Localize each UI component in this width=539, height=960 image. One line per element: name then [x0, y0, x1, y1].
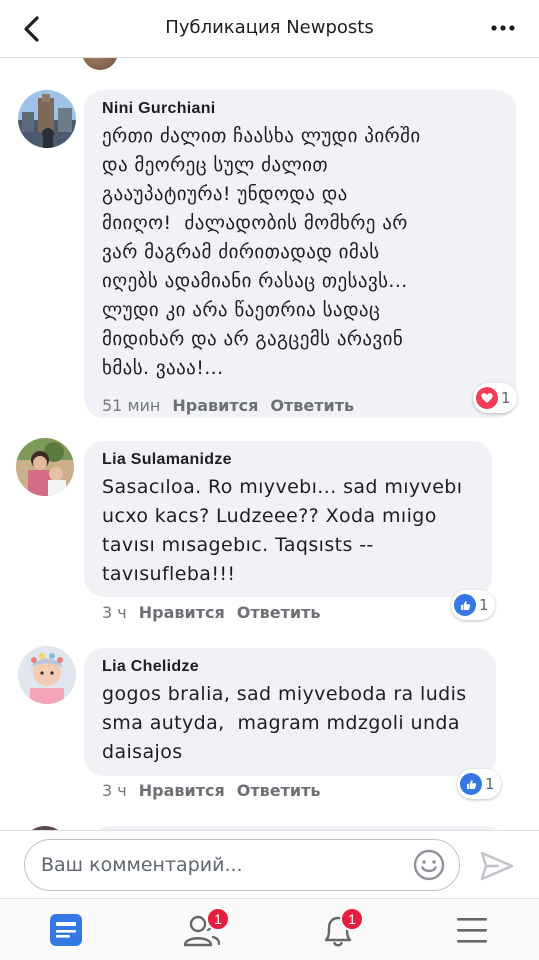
- comment-timestamp: 3 ч: [102, 781, 127, 800]
- reaction-count: 1: [479, 596, 489, 614]
- notifications-badge: 1: [340, 907, 364, 931]
- comment-text: Sasacıloa. Ro mıyvebı... sad mıyvebı ucx…: [102, 476, 463, 585]
- avatar[interactable]: [18, 90, 76, 148]
- reaction-summary[interactable]: 1: [457, 769, 501, 799]
- menu-icon[interactable]: [450, 909, 494, 951]
- comment-timestamp: 51 мин: [102, 396, 161, 415]
- notifications-bell-icon[interactable]: 1: [316, 907, 364, 951]
- comment-composer: [0, 830, 539, 898]
- news-feed-icon[interactable]: [44, 909, 88, 951]
- send-icon[interactable]: [478, 849, 516, 883]
- like-button[interactable]: Нравится: [139, 603, 225, 622]
- comment-actions: 3 ч Нравится Ответить: [102, 603, 332, 622]
- more-horizontal-icon[interactable]: [489, 18, 517, 38]
- comment-text: gogos bralia, sad miyveboda ra ludis sma…: [102, 683, 467, 763]
- avatar: [82, 58, 118, 70]
- comment-text: ერთი ძალით ჩაასხა ლუდი პირში და მეორეც ს…: [102, 125, 421, 379]
- page-title: Публикация Newposts: [165, 17, 374, 38]
- comment-actions: 51 мин Нравится Ответить: [102, 396, 366, 415]
- friend-requests-icon[interactable]: 1: [180, 907, 230, 951]
- reply-button[interactable]: Ответить: [270, 396, 354, 415]
- reaction-count: 1: [501, 389, 511, 407]
- reaction-summary[interactable]: 1: [451, 590, 495, 620]
- like-reaction-icon: [454, 594, 476, 616]
- comment-actions: 3 ч Нравится Ответить: [102, 781, 332, 800]
- comment-author[interactable]: Lia Chelidze: [102, 658, 478, 676]
- like-button[interactable]: Нравится: [172, 396, 258, 415]
- comment-author[interactable]: Lia Sulamanidze: [102, 451, 474, 469]
- like-reaction-icon: [460, 773, 482, 795]
- comment-bubble: Lia Sulamanidze Sasacıloa. Ro mıyvebı...…: [84, 441, 492, 597]
- avatar[interactable]: [16, 438, 74, 496]
- smiley-icon[interactable]: [412, 848, 446, 882]
- avatar[interactable]: [18, 646, 76, 704]
- comment-bubble: Lia Chelidze gogos bralia, sad miyveboda…: [84, 648, 496, 776]
- comment-bubble: Nini Gurchiani ერთი ძალით ჩაასხა ლუდი პი…: [84, 90, 516, 418]
- like-button[interactable]: Нравится: [139, 781, 225, 800]
- reaction-summary[interactable]: 1: [473, 383, 517, 413]
- reaction-count: 1: [485, 775, 495, 793]
- top-bar: Публикация Newposts: [0, 0, 539, 58]
- love-reaction-icon: [476, 387, 498, 409]
- comment-timestamp: 3 ч: [102, 603, 127, 622]
- bottom-tab-bar: 1 1: [0, 898, 539, 960]
- comment-input[interactable]: [24, 839, 460, 891]
- reply-button[interactable]: Ответить: [237, 603, 321, 622]
- friend-requests-badge: 1: [206, 907, 230, 931]
- reply-button[interactable]: Ответить: [237, 781, 321, 800]
- comment-author[interactable]: Nini Gurchiani: [102, 100, 498, 118]
- comments-feed[interactable]: Nini Gurchiani ერთი ძალით ჩაასხა ლუდი პი…: [0, 58, 539, 830]
